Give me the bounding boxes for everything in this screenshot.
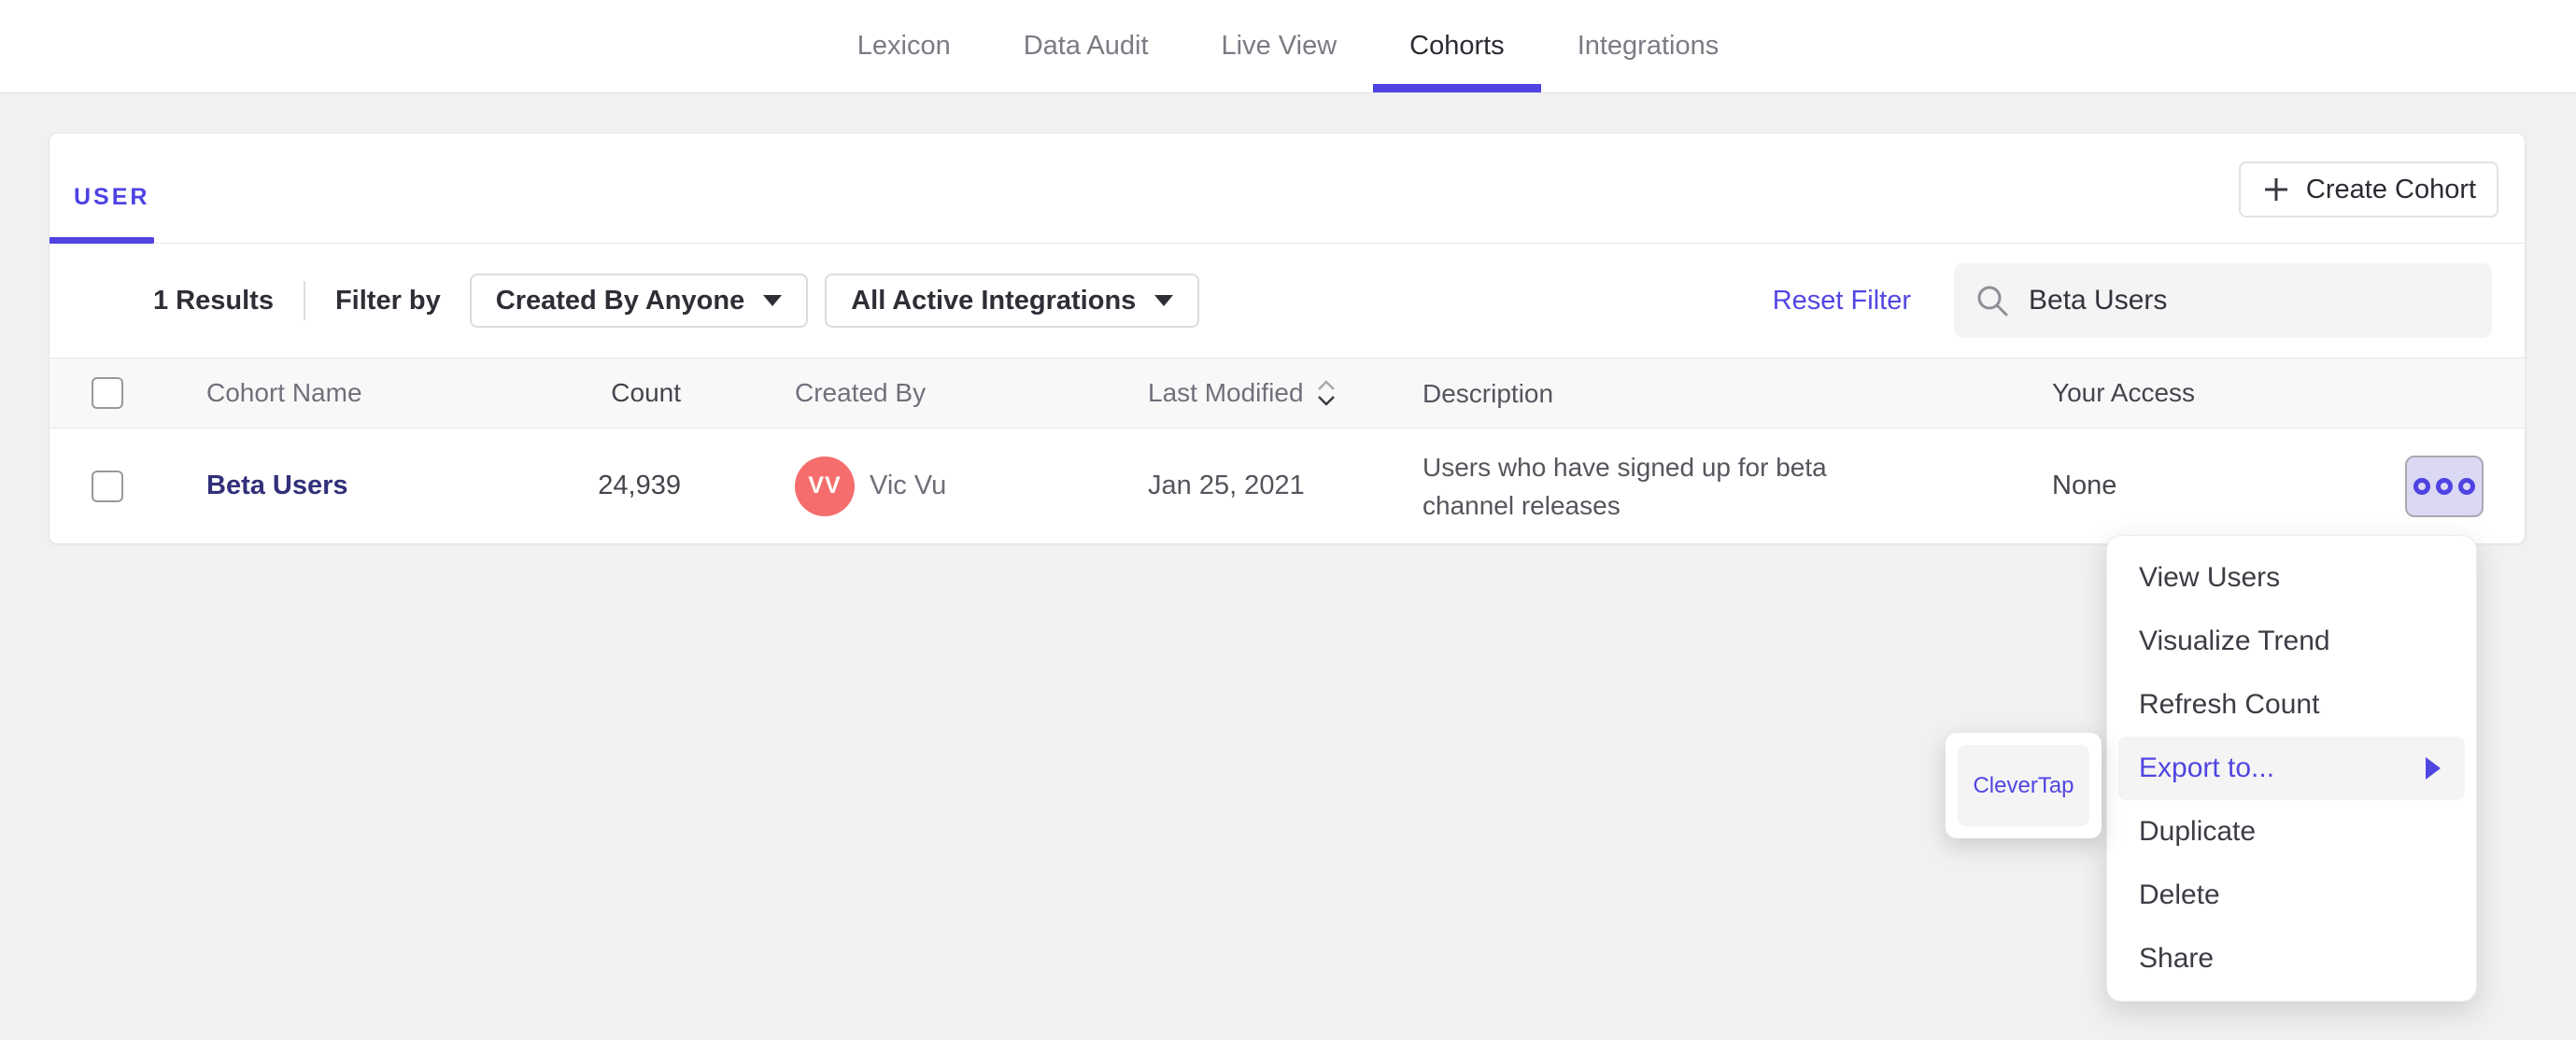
create-cohort-button[interactable]: Create Cohort — [2239, 162, 2498, 218]
plus-icon — [2264, 178, 2287, 201]
menu-item-delete[interactable]: Delete — [2118, 864, 2465, 927]
divider — [303, 281, 305, 320]
created-by-dropdown-value: Created By Anyone — [495, 285, 745, 316]
more-options-icon — [2436, 477, 2453, 495]
created-by-dropdown[interactable]: Created By Anyone — [469, 274, 809, 328]
count-cell: 24,939 — [598, 471, 681, 500]
tab-data-audit[interactable]: Data Audit — [987, 0, 1185, 92]
tab-lexicon[interactable]: Lexicon — [821, 0, 987, 92]
last-modified-cell: Jan 25, 2021 — [1148, 471, 1305, 500]
cohort-name-link[interactable]: Beta Users — [206, 471, 348, 500]
menu-item-duplicate[interactable]: Duplicate — [2118, 800, 2465, 864]
card-tabstrip: USER Create Cohort — [50, 134, 2525, 244]
column-header-description[interactable]: Description — [1374, 374, 2003, 413]
chevron-down-icon — [763, 295, 783, 306]
column-header-cohort-name[interactable]: Cohort Name — [158, 378, 569, 408]
your-access-cell: None — [2052, 471, 2117, 500]
export-submenu: CleverTap — [1946, 733, 2102, 838]
actions-cell — [2310, 455, 2526, 517]
tab-integrations[interactable]: Integrations — [1541, 0, 1756, 92]
table-header: Cohort Name Count Created By Last Modifi… — [50, 358, 2525, 429]
row-checkbox-cell — [50, 470, 158, 502]
created-by-name: Vic Vu — [870, 471, 947, 500]
cohort-name-cell: Beta Users — [158, 471, 569, 501]
menu-item-view-users[interactable]: View Users — [2118, 546, 2465, 610]
menu-item-visualize-trend[interactable]: Visualize Trend — [2118, 610, 2465, 673]
chevron-down-icon — [1154, 295, 1174, 306]
column-header-created-by[interactable]: Created By — [681, 378, 1099, 408]
created-by-cell: VV Vic Vu — [681, 456, 1099, 516]
tab-live-view[interactable]: Live View — [1185, 0, 1374, 92]
row-checkbox[interactable] — [92, 470, 123, 502]
more-options-icon — [2458, 477, 2475, 495]
export-to-label: Export to... — [2139, 752, 2275, 783]
more-options-icon — [2413, 477, 2430, 495]
more-options-button[interactable] — [2405, 455, 2484, 517]
avatar: VV — [795, 456, 855, 516]
filter-right-group: Reset Filter — [1773, 244, 2492, 358]
row-context-menu: View Users Visualize Trend Refresh Count… — [2106, 535, 2477, 1002]
table-row: Beta Users 24,939 VV Vic Vu Jan 25, 2021… — [50, 429, 2525, 543]
search-box[interactable] — [1954, 263, 2492, 338]
filter-left-group: 1 Results Filter by Created By Anyone Al… — [153, 274, 1200, 328]
active-tab-underline — [50, 237, 154, 244]
last-modified-label: Last Modified — [1148, 378, 1304, 407]
sort-icon[interactable] — [1315, 378, 1338, 408]
top-nav: Lexicon Data Audit Live View Cohorts Int… — [0, 0, 2576, 93]
integrations-dropdown-value: All Active Integrations — [851, 285, 1137, 316]
results-count: 1 Results — [153, 285, 274, 316]
column-header-your-access[interactable]: Your Access — [2003, 378, 2310, 408]
chevron-right-icon — [2426, 757, 2441, 780]
search-input[interactable] — [2027, 263, 2492, 338]
reset-filter-link[interactable]: Reset Filter — [1773, 286, 1911, 316]
integrations-dropdown[interactable]: All Active Integrations — [825, 274, 1200, 328]
menu-item-share[interactable]: Share — [2118, 927, 2465, 991]
search-icon — [1977, 286, 2008, 316]
select-all-cell — [50, 377, 158, 409]
filter-bar: 1 Results Filter by Created By Anyone Al… — [50, 244, 2525, 358]
submenu-item-clevertap[interactable]: CleverTap — [1958, 745, 2089, 826]
select-all-checkbox[interactable] — [92, 377, 123, 409]
menu-item-export-to[interactable]: Export to... — [2118, 737, 2465, 800]
cohorts-card: USER Create Cohort 1 Results Filter by C… — [49, 133, 2526, 544]
create-cohort-label: Create Cohort — [2305, 174, 2477, 204]
description-cell: Users who have signed up for beta channe… — [1422, 452, 1827, 520]
column-header-last-modified[interactable]: Last Modified — [1099, 378, 1374, 408]
column-header-count[interactable]: Count — [569, 378, 681, 408]
filter-by-label: Filter by — [334, 285, 441, 316]
tab-user[interactable]: USER — [74, 184, 149, 211]
menu-item-refresh-count[interactable]: Refresh Count — [2118, 673, 2465, 737]
tab-cohorts[interactable]: Cohorts — [1373, 0, 1541, 92]
